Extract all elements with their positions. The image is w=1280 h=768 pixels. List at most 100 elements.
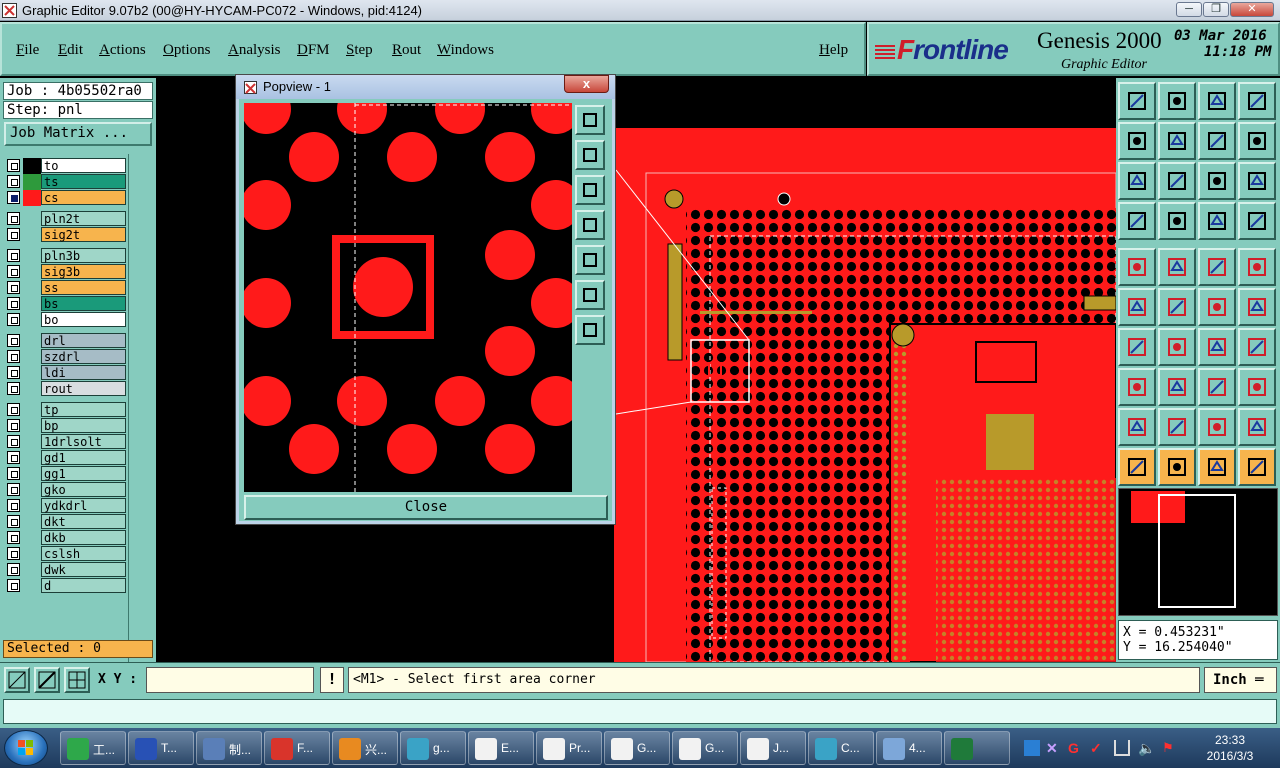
menu-windows[interactable]: Windows [437, 42, 494, 59]
layer-color-swatch[interactable] [23, 227, 41, 243]
layer-color-swatch[interactable] [23, 174, 41, 190]
layer-row[interactable]: gd1 [4, 450, 126, 466]
clip-button[interactable] [1158, 248, 1196, 286]
layer-checkbox[interactable] [7, 483, 20, 496]
angle-mode-button[interactable] [34, 667, 60, 693]
layer-row[interactable]: dkb [4, 530, 126, 546]
layer-checkbox[interactable] [7, 297, 20, 310]
line-button[interactable] [1118, 328, 1156, 366]
taskbar-item[interactable] [944, 731, 1010, 765]
layer-checkbox[interactable] [7, 451, 20, 464]
layer-list-scrollbar[interactable] [128, 154, 152, 684]
redraw-button[interactable] [1238, 122, 1276, 160]
step-field[interactable]: Step: pnl [3, 101, 153, 119]
layer-checkbox[interactable] [7, 228, 20, 241]
route-button[interactable] [1238, 448, 1276, 486]
triangle-button[interactable] [1118, 408, 1156, 446]
layer-checkbox[interactable] [7, 249, 20, 262]
layer-name[interactable]: rout [41, 381, 126, 396]
layer-color-swatch[interactable] [23, 530, 41, 546]
layer-row[interactable]: gko [4, 482, 126, 498]
zoom-window-button[interactable] [1238, 82, 1276, 120]
maximize-button[interactable]: ❐ [1203, 2, 1229, 17]
layer-color-swatch[interactable] [23, 402, 41, 418]
layer-checkbox[interactable] [7, 350, 20, 363]
layer-color-swatch[interactable] [23, 349, 41, 365]
layer-row[interactable]: gg1 [4, 466, 126, 482]
xy-input[interactable] [146, 667, 314, 693]
layer-name[interactable]: sig3b [41, 264, 126, 279]
layer-color-swatch[interactable] [23, 450, 41, 466]
layer-checkbox[interactable] [7, 435, 20, 448]
layer-name[interactable]: drl [41, 333, 126, 348]
taskbar-item[interactable]: F... [264, 731, 330, 765]
layer-name[interactable]: pln3b [41, 248, 126, 263]
layer-row[interactable]: pln3b [4, 248, 126, 264]
resize-button[interactable] [1118, 368, 1156, 406]
layer-row[interactable]: 1drlsolt [4, 434, 126, 450]
layer-checkbox[interactable] [7, 175, 20, 188]
layer-name[interactable]: gg1 [41, 466, 126, 481]
layer-row[interactable]: rout [4, 381, 126, 397]
taskbar-clock[interactable]: 23:33 2016/3/3 [1188, 732, 1272, 764]
volume-icon[interactable]: 🔈 [1138, 740, 1155, 756]
select-button[interactable] [1118, 248, 1156, 286]
layer-color-swatch[interactable] [23, 482, 41, 498]
help-button[interactable] [1238, 162, 1276, 200]
popview-close-button[interactable]: Close [244, 495, 608, 520]
layer-row[interactable]: sig2t [4, 227, 126, 243]
layer-color-swatch[interactable] [23, 333, 41, 349]
layer-name[interactable]: ts [41, 174, 126, 189]
pointer-edit-button[interactable] [1198, 448, 1236, 486]
layer-color-swatch[interactable] [23, 280, 41, 296]
layer-color-swatch[interactable] [23, 296, 41, 312]
scale-1-2-button[interactable] [1198, 162, 1236, 200]
layer-name[interactable]: dwk [41, 562, 126, 577]
home-button[interactable] [1198, 82, 1236, 120]
fill-button[interactable] [1238, 408, 1276, 446]
layer-color-swatch[interactable] [23, 248, 41, 264]
taskbar-item[interactable]: G... [604, 731, 670, 765]
layer-name[interactable]: 1drlsolt [41, 434, 126, 449]
layer-name[interactable]: gko [41, 482, 126, 497]
taskbar-item[interactable]: g... [400, 731, 466, 765]
taskbar-item[interactable]: 制... [196, 731, 262, 765]
ruler-button[interactable] [1198, 248, 1236, 286]
taskbar-item[interactable]: G... [672, 731, 738, 765]
copy-button[interactable] [1238, 288, 1276, 326]
taskbar-item[interactable]: Pr... [536, 731, 602, 765]
layer-name[interactable]: cs [41, 190, 126, 205]
layer-checkbox[interactable] [7, 191, 20, 204]
layer-row[interactable]: szdrl [4, 349, 126, 365]
layer-name[interactable]: sig2t [41, 227, 126, 242]
taskbar-item[interactable]: 兴... [332, 731, 398, 765]
menu-dfm[interactable]: DFM [297, 42, 330, 59]
layer-row[interactable]: pln2t [4, 211, 126, 227]
layer-row[interactable]: to [4, 158, 126, 174]
units-select[interactable]: Inch ═ [1204, 667, 1277, 693]
centre-button[interactable] [1198, 368, 1236, 406]
menu-file[interactable]: File [16, 42, 39, 59]
job-matrix-button[interactable]: Job Matrix ... [4, 122, 152, 146]
layer-name[interactable]: szdrl [41, 349, 126, 364]
menu-help[interactable]: Help [819, 42, 848, 59]
layer-color-swatch[interactable] [23, 211, 41, 227]
warning-icon[interactable]: ! [320, 667, 344, 693]
layer-checkbox[interactable] [7, 403, 20, 416]
layer-row[interactable]: bs [4, 296, 126, 312]
layer-color-swatch[interactable] [23, 546, 41, 562]
taskbar-item[interactable]: C... [808, 731, 874, 765]
tray-check-icon[interactable]: ✓ [1090, 740, 1106, 756]
layer-checkbox[interactable] [7, 467, 20, 480]
arc-button[interactable] [1198, 328, 1236, 366]
layer-checkbox[interactable] [7, 382, 20, 395]
pan-left-button[interactable] [1118, 122, 1156, 160]
menu-analysis[interactable]: Analysis [228, 42, 281, 59]
taskbar-item[interactable]: 工... [60, 731, 126, 765]
start-button[interactable] [4, 730, 48, 766]
layer-name[interactable]: ydkdrl [41, 498, 126, 513]
layer-checkbox[interactable] [7, 579, 20, 592]
layer-color-swatch[interactable] [23, 562, 41, 578]
menu-rout[interactable]: Rout [392, 42, 421, 59]
break-button[interactable] [1158, 368, 1196, 406]
